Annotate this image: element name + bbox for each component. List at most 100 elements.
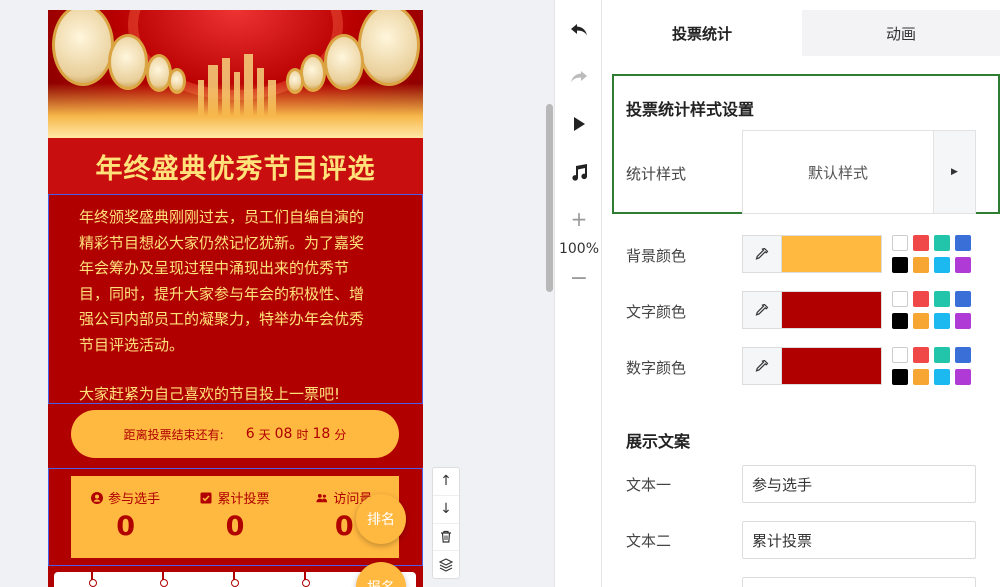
page-title: 年终盛典优秀节目评选 [95, 153, 376, 185]
palette-swatch[interactable] [955, 257, 971, 273]
stat-participants: 参与选手 0 [71, 476, 180, 558]
palette-swatch[interactable] [934, 369, 950, 385]
intro-text-block[interactable]: 年终颁奖盛典刚刚过去，员工们自编自演的 精彩节目想必大家仍然记忆犹新。为了嘉奖 … [48, 194, 423, 404]
stat-label: 参与选手 [108, 492, 161, 507]
palette-swatch[interactable] [892, 347, 908, 363]
stat-value: 0 [116, 511, 136, 542]
text-section-title: 展示文案 [626, 432, 691, 451]
palette-swatch[interactable] [934, 257, 950, 273]
zoom-out-icon[interactable]: − [555, 266, 603, 291]
text-color-swatch[interactable] [782, 292, 881, 328]
countdown-hours-unit: 时 [296, 427, 309, 442]
page-title-box[interactable]: 年终盛典优秀节目评选 [48, 138, 423, 194]
countdown-days: 6 [245, 426, 255, 442]
preview-scrollbar[interactable] [546, 104, 553, 292]
checkbox-icon [200, 492, 212, 503]
pin-icon [160, 572, 168, 587]
eyedropper-icon[interactable] [743, 236, 782, 272]
number-color-swatch[interactable] [782, 348, 881, 384]
palette-swatch[interactable] [892, 291, 908, 307]
layers-icon[interactable] [433, 551, 459, 578]
tab-animation[interactable]: 动画 [802, 10, 1000, 56]
stat-total-votes: 累计投票 0 [180, 476, 289, 558]
palette-swatch[interactable] [955, 291, 971, 307]
text-color-row [742, 291, 971, 329]
panel-tabs: 投票统计 动画 [602, 10, 1000, 56]
text-color-label: 文字颜色 [626, 303, 687, 321]
intro-line: 节目评选活动。 [79, 335, 185, 354]
color-palette [892, 235, 971, 273]
countdown-minutes: 18 [312, 426, 331, 442]
intro-line: 强公司内部员工的凝聚力，特举办年会优秀 [79, 310, 365, 328]
palette-swatch[interactable] [913, 291, 929, 307]
zoom-in-icon[interactable]: + [555, 207, 603, 231]
countdown-hours: 08 [274, 426, 293, 442]
bg-color-picker[interactable] [742, 235, 882, 273]
palette-swatch[interactable] [892, 369, 908, 385]
style-label: 统计样式 [626, 165, 687, 183]
palette-swatch[interactable] [913, 347, 929, 363]
intro-line: 目，同时，提升大家参与年会的积极性、增 [79, 284, 365, 303]
bg-color-label: 背景颜色 [626, 247, 687, 265]
palette-swatch[interactable] [934, 347, 950, 363]
text-one-label: 文本一 [626, 476, 672, 494]
eyedropper-icon[interactable] [743, 292, 782, 328]
palette-swatch[interactable] [892, 313, 908, 329]
signup-button-label: 报名 [367, 577, 395, 587]
pin-icon [231, 572, 239, 587]
delete-icon[interactable] [433, 524, 459, 552]
move-up-icon[interactable]: ↑ [433, 468, 459, 496]
undo-icon[interactable] [555, 22, 603, 38]
block-tools: ↑ ↓ [432, 467, 460, 579]
style-select-value: 默认样式 [807, 163, 868, 182]
text-two-label: 文本二 [626, 532, 672, 550]
music-icon[interactable] [555, 163, 603, 181]
stat-label: 累计投票 [217, 492, 270, 507]
style-section-title: 投票统计样式设置 [626, 100, 755, 119]
intro-call-to-action: 大家赶紧为自己喜欢的节目投上一票吧! [79, 385, 341, 403]
palette-swatch[interactable] [892, 235, 908, 251]
tab-vote-stats[interactable]: 投票统计 [602, 10, 802, 56]
editor-toolbar: + 100% − [554, 0, 602, 587]
number-color-label: 数字颜色 [626, 359, 687, 377]
move-down-icon[interactable]: ↓ [433, 496, 459, 524]
redo-icon[interactable] [555, 69, 603, 85]
palette-swatch[interactable] [955, 235, 971, 251]
color-palette [892, 347, 971, 385]
palette-swatch[interactable] [934, 313, 950, 329]
style-select[interactable]: 默认样式 ▶ [742, 130, 976, 214]
palette-swatch[interactable] [913, 369, 929, 385]
countdown-label: 距离投票结束还有: [123, 427, 224, 442]
countdown-bar[interactable]: 距离投票结束还有: 6 天 08 时 18 分 [71, 410, 399, 458]
palette-swatch[interactable] [955, 369, 971, 385]
stat-value: 0 [334, 511, 354, 542]
vote-stats-block[interactable]: 参与选手 0 累计投票 0 访问量 0 [71, 476, 399, 558]
pin-icon [302, 572, 310, 587]
play-icon[interactable] [555, 116, 603, 132]
text-two-input[interactable]: 累计投票 [742, 521, 976, 559]
bg-color-row [742, 235, 971, 273]
palette-swatch[interactable] [955, 313, 971, 329]
bg-color-swatch[interactable] [782, 236, 881, 272]
number-color-picker[interactable] [742, 347, 882, 385]
text-color-picker[interactable] [742, 291, 882, 329]
palette-swatch[interactable] [955, 347, 971, 363]
group-icon [316, 493, 328, 502]
color-palette [892, 291, 971, 329]
eyedropper-icon[interactable] [743, 348, 782, 384]
zoom-level: 100% [558, 241, 600, 257]
text-one-input[interactable]: 参与选手 [742, 465, 976, 503]
rank-float-button[interactable]: 排名 [356, 494, 406, 544]
palette-swatch[interactable] [892, 257, 908, 273]
palette-swatch[interactable] [934, 235, 950, 251]
palette-swatch[interactable] [934, 291, 950, 307]
countdown-days-unit: 天 [258, 427, 271, 442]
palette-swatch[interactable] [913, 235, 929, 251]
text-three-input[interactable] [742, 577, 976, 587]
stat-value: 0 [225, 511, 245, 542]
palette-swatch[interactable] [913, 257, 929, 273]
caret-right-icon: ▶ [933, 131, 975, 213]
palette-swatch[interactable] [913, 313, 929, 329]
rank-button-label: 排名 [367, 512, 395, 528]
pin-icon [89, 572, 97, 587]
